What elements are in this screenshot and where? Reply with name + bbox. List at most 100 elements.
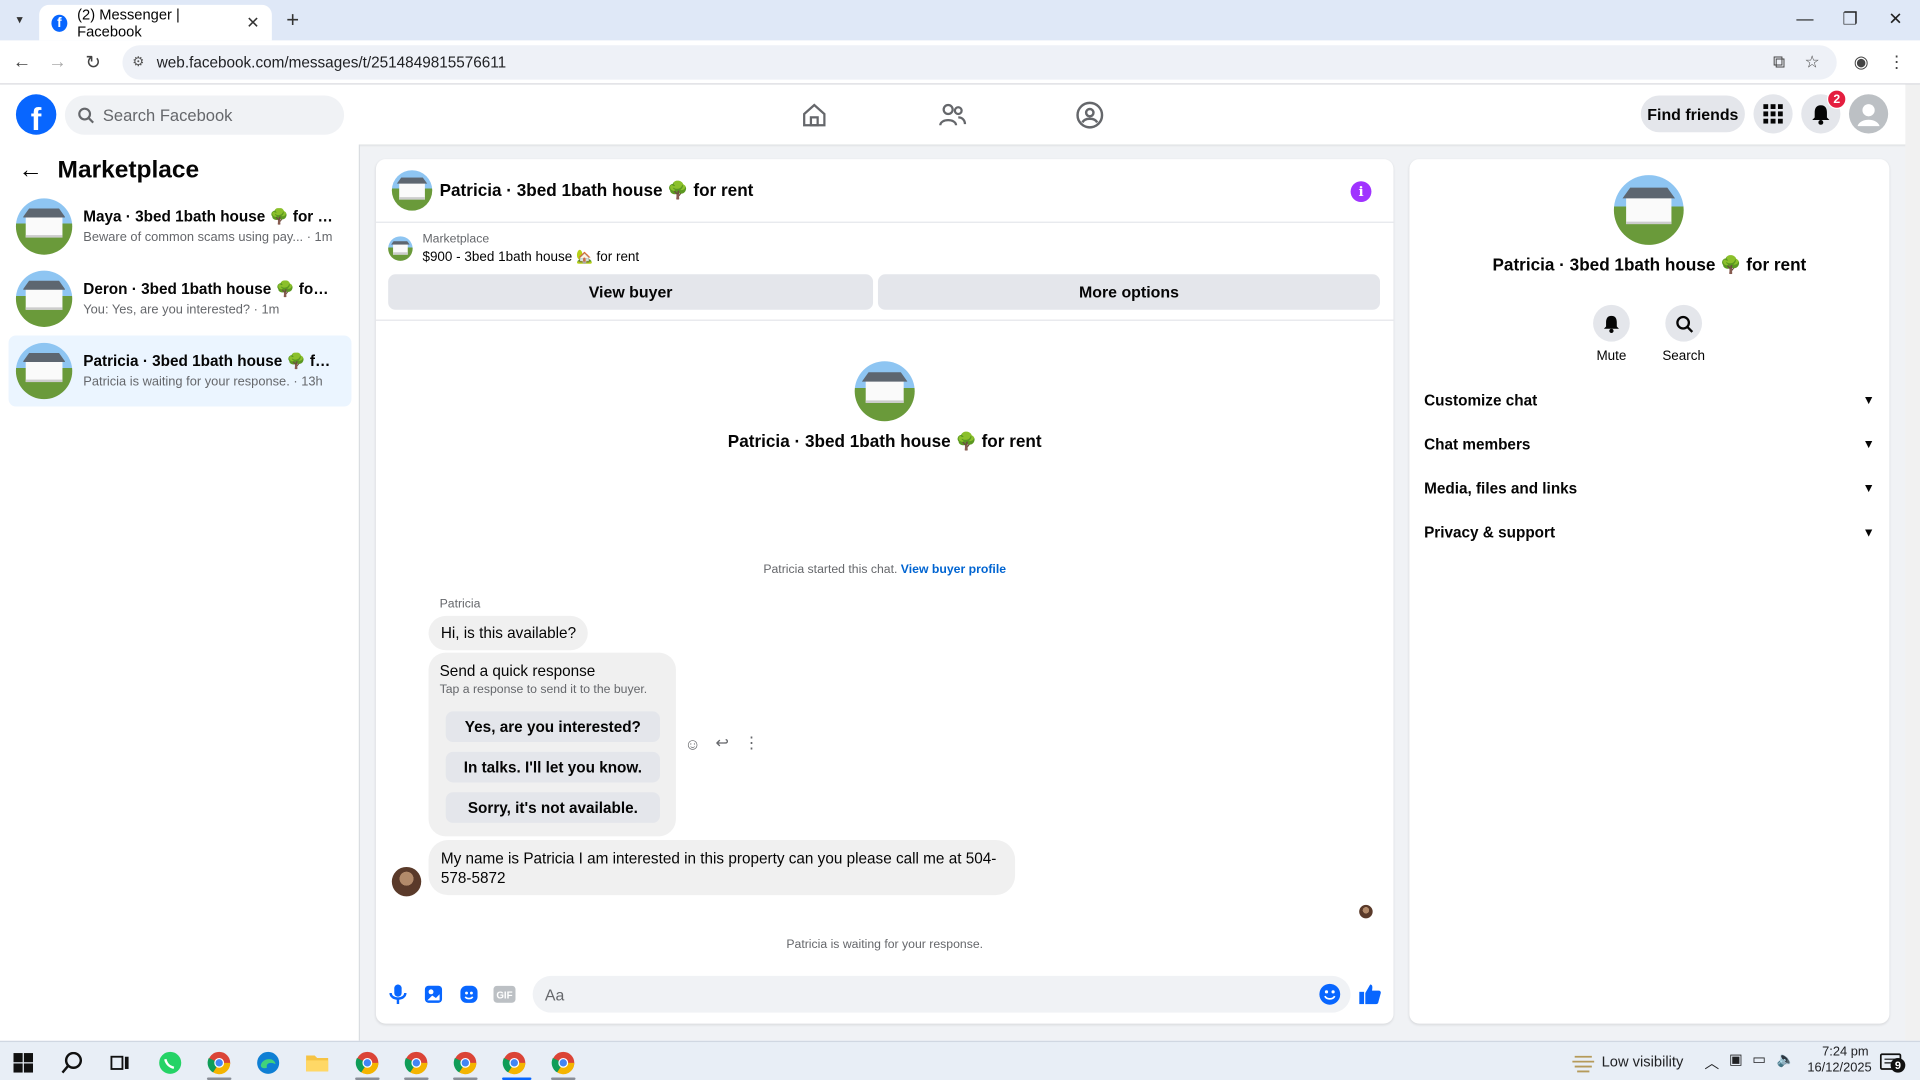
chat-avatar[interactable] — [391, 170, 433, 211]
more-actions-icon[interactable]: ⋮ — [743, 733, 759, 753]
view-buyer-button[interactable]: View buyer — [388, 274, 874, 310]
chevron-down-icon: ▼ — [1862, 481, 1875, 496]
search-conversation-button[interactable]: Search — [1659, 304, 1708, 364]
search-icon — [1665, 304, 1703, 342]
conversation-item[interactable]: Deron · 3bed 1bath house 🌳 for r... You:… — [9, 263, 352, 334]
react-emoji-icon[interactable]: ☺ — [684, 734, 700, 752]
find-friends-button[interactable]: Find friends — [1640, 95, 1745, 133]
message-bubble[interactable]: Hi, is this available? — [428, 615, 589, 651]
page-scrollbar[interactable] — [1905, 84, 1920, 1041]
bookmark-star-icon[interactable]: ☆ — [1801, 51, 1823, 72]
marketplace-conversation-list: ← Marketplace Maya · 3bed 1bath house 🌳 … — [0, 144, 361, 1041]
browser-menu-icon[interactable]: ⋮ — [1886, 51, 1908, 72]
tab-search-chevron-icon[interactable]: ▾ — [7, 7, 31, 31]
show-hidden-icons-chevron-icon[interactable]: ︿ — [1704, 1052, 1719, 1073]
restore-window-icon[interactable]: ❐ — [1838, 9, 1862, 30]
quick-response-title: Send a quick response — [439, 662, 596, 680]
view-buyer-profile-link[interactable]: View buyer profile — [901, 563, 1006, 576]
chrome-profile-icon[interactable] — [501, 1049, 528, 1076]
friends-icon[interactable] — [938, 100, 967, 129]
chrome-profile-icon[interactable] — [550, 1049, 577, 1076]
back-arrow-icon[interactable]: ← — [18, 157, 42, 185]
back-icon[interactable]: ← — [11, 51, 33, 72]
chat-header: Patricia · 3bed 1bath house 🌳 for rent i — [375, 159, 1394, 223]
emoji-icon[interactable] — [1319, 983, 1341, 1005]
quick-response-not-available-button[interactable]: Sorry, it's not available. — [445, 792, 661, 823]
sticker-icon[interactable] — [458, 983, 480, 1005]
facebook-search-input[interactable]: Search Facebook — [64, 95, 345, 135]
weather-fog-icon[interactable] — [1570, 1049, 1597, 1076]
taskbar-search-icon[interactable] — [59, 1049, 86, 1076]
install-app-icon[interactable]: ⧉ — [1768, 51, 1790, 72]
new-tab-button[interactable]: + — [280, 7, 304, 33]
groups-icon[interactable] — [1075, 100, 1104, 129]
message-text: Hi, is this available? — [440, 624, 577, 642]
thumbs-up-icon[interactable] — [1359, 983, 1381, 1005]
chrome-profile-icon[interactable] — [403, 1049, 430, 1076]
minimize-window-icon[interactable]: — — [1793, 9, 1817, 29]
clock[interactable]: 7:24 pm 16/12/2025 — [1807, 1044, 1871, 1076]
volume-icon[interactable]: 🔈 — [1777, 1051, 1795, 1068]
quick-response-subtitle: Tap a response to send it to the buyer. — [439, 683, 648, 697]
conversation-item[interactable]: Maya · 3bed 1bath house 🌳 for rent Bewar… — [9, 191, 352, 262]
search-label: Search — [1662, 348, 1706, 364]
menu-grid-icon[interactable] — [1753, 94, 1793, 134]
facebook-logo-icon[interactable]: f — [15, 94, 57, 135]
gif-icon[interactable]: GIF — [493, 983, 516, 1005]
windows-taskbar: Low visibility ︿ ▣ ▭ 🔈 7:24 pm 16/12/202… — [0, 1040, 1920, 1080]
edge-icon[interactable] — [255, 1049, 282, 1076]
file-explorer-icon[interactable] — [304, 1049, 331, 1076]
close-window-icon[interactable]: ✕ — [1883, 9, 1907, 30]
divider — [375, 319, 1394, 321]
close-tab-icon[interactable]: ✕ — [246, 13, 259, 33]
message-actions: ☺ ↩ ⋮ — [684, 733, 759, 753]
chrome-profile-icon[interactable] — [452, 1049, 479, 1076]
more-options-button[interactable]: More options — [877, 274, 1381, 310]
microphone-icon[interactable] — [387, 983, 409, 1005]
mute-label: Mute — [1596, 348, 1627, 364]
message-input-placeholder: Aa — [544, 985, 565, 1004]
profile-icon[interactable]: ◉ — [1850, 51, 1872, 72]
conversation-title: Maya · 3bed 1bath house 🌳 for rent — [83, 208, 335, 226]
customize-chat-section[interactable]: Customize chat ▼ — [1424, 382, 1875, 419]
chat-intro-title: Patricia · 3bed 1bath house 🌳 for rent — [727, 431, 1042, 451]
info-icon[interactable]: i — [1350, 181, 1372, 203]
weather-text[interactable]: Low visibility — [1602, 1053, 1684, 1070]
quick-response-yes-button[interactable]: Yes, are you interested? — [445, 711, 661, 743]
forward-icon[interactable]: → — [47, 51, 69, 72]
whatsapp-icon[interactable] — [157, 1049, 184, 1076]
home-icon[interactable] — [800, 100, 829, 129]
listing-price: $900 - 3bed 1bath house 🏡 for rent — [422, 249, 640, 265]
site-info-icon[interactable]: ⚙ — [132, 54, 144, 70]
account-avatar[interactable] — [1848, 94, 1889, 134]
media-files-links-section[interactable]: Media, files and links ▼ — [1424, 470, 1875, 507]
message-bubble[interactable]: My name is Patricia I am interested in t… — [428, 840, 1016, 896]
chat-header-title[interactable]: Patricia · 3bed 1bath house 🌳 for rent — [440, 180, 754, 201]
svg-text:GIF: GIF — [496, 991, 512, 1002]
conversation-title: Deron · 3bed 1bath house 🌳 for r... — [83, 280, 335, 298]
browser-tab-messenger[interactable]: f (2) Messenger | Facebook ✕ — [39, 4, 272, 41]
quick-response-in-talks-button[interactable]: In talks. I'll let you know. — [445, 751, 661, 783]
meet-now-icon[interactable]: ▣ — [1729, 1051, 1743, 1068]
task-view-icon[interactable] — [107, 1049, 134, 1076]
chrome-profile-icon[interactable] — [206, 1049, 233, 1076]
patricia-avatar[interactable] — [391, 866, 422, 897]
notification-badge: 2 — [1826, 89, 1847, 109]
reload-icon[interactable]: ↻ — [82, 51, 104, 74]
network-icon[interactable]: ▭ — [1752, 1051, 1766, 1068]
privacy-support-section[interactable]: Privacy & support ▼ — [1424, 514, 1875, 551]
address-bar[interactable]: ⚙ web.facebook.com/messages/t/2514849815… — [122, 45, 1837, 80]
chat-members-section[interactable]: Chat members ▼ — [1424, 426, 1875, 463]
reply-icon[interactable]: ↩ — [715, 733, 728, 753]
chrome-profile-icon[interactable] — [354, 1049, 381, 1076]
conversation-item-active[interactable]: Patricia · 3bed 1bath house 🌳 for ... Pa… — [8, 335, 352, 407]
listing-thumbnail — [15, 270, 73, 327]
message-input[interactable]: Aa — [532, 975, 1351, 1013]
chat-details-title: Patricia · 3bed 1bath house 🌳 for rent — [1492, 254, 1807, 275]
mute-button[interactable]: Mute — [1587, 304, 1636, 364]
windows-start-icon[interactable] — [10, 1049, 37, 1076]
chevron-down-icon: ▼ — [1862, 525, 1875, 540]
listing-summary[interactable]: Marketplace $900 - 3bed 1bath house 🏡 fo… — [388, 233, 640, 265]
photo-icon[interactable] — [422, 983, 444, 1005]
conversation-snippet: Beware of common scams using pay... — [83, 230, 304, 245]
